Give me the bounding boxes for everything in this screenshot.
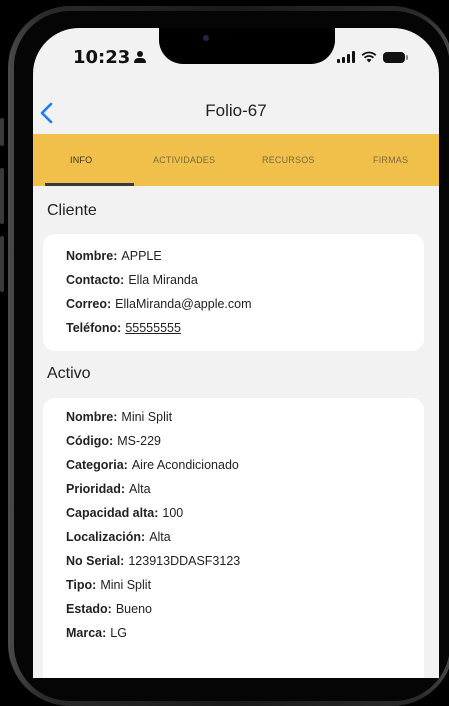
volume-down-button [0, 236, 4, 292]
activo-marca-row: Marca: LG [66, 626, 127, 640]
cliente-telefono-row: Teléfono: 55555555 [66, 321, 181, 335]
status-bar-time: 10:23 [73, 47, 147, 68]
wifi-icon [361, 51, 377, 63]
tab-bar: INFO ACTIVIDADES RECURSOS FIRMAS [33, 134, 439, 186]
tab-firmas[interactable]: FIRMAS [373, 134, 408, 186]
battery-icon [383, 51, 408, 63]
page-title: Folio-67 [205, 101, 267, 120]
cliente-contacto-row: Contacto: Ella Miranda [66, 273, 198, 287]
tab-info[interactable]: INFO [70, 134, 92, 186]
status-bar-icons [337, 51, 408, 63]
camera-icon [203, 35, 209, 41]
volume-up-button [0, 168, 4, 224]
activo-capacidad-row: Capacidad alta: 100 [66, 506, 184, 520]
tab-recursos[interactable]: RECURSOS [262, 134, 315, 186]
cliente-section-title: Cliente [47, 202, 97, 219]
activo-card: Nombre: Mini Split Código: MS-229 Categori… [43, 398, 424, 678]
cliente-nombre-row: Nombre: APPLE [66, 249, 162, 263]
navigation-bar: Folio-67 [33, 90, 439, 136]
tab-actividades[interactable]: ACTIVIDADES [153, 134, 215, 186]
activo-categoria-row: Categoria: Aire Acondicionado [66, 458, 239, 472]
activo-serial-row: No Serial: 123913DDASF3123 [66, 554, 241, 568]
tab-indicator [45, 183, 134, 186]
cliente-card: Nombre: APPLE Contacto: Ella Miranda Corre… [43, 234, 424, 351]
activo-localizacion-row: Localización: Alta [66, 530, 171, 544]
signal-icon [337, 51, 355, 63]
person-icon [134, 51, 147, 64]
time-label: 10:23 [73, 47, 131, 68]
activo-tipo-row: Tipo: Mini Split [66, 578, 152, 592]
telefono-link[interactable]: 55555555 [125, 321, 181, 335]
activo-nombre-row: Nombre: Mini Split [66, 410, 173, 424]
activo-estado-row: Estado: Bueno [66, 602, 152, 616]
phone-screen: 10:23 Folio-67 INFO ACTIVIDADES RECURSOS… [33, 28, 439, 678]
cliente-correo-row: Correo: EllaMiranda@apple.com [66, 297, 252, 311]
activo-prioridad-row: Prioridad: Alta [66, 482, 151, 496]
notch [159, 28, 335, 64]
activo-section-title: Activo [47, 365, 91, 382]
mute-switch [0, 118, 4, 146]
activo-codigo-row: Código: MS-229 [66, 434, 161, 448]
